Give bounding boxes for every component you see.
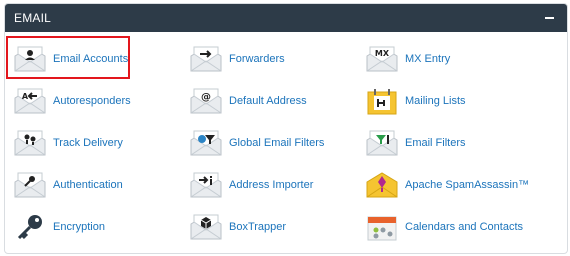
item-label: Email Accounts — [53, 53, 129, 65]
item-default-address[interactable]: @ Default Address — [189, 84, 307, 118]
spamassassin-icon — [366, 172, 398, 198]
item-mx-entry[interactable]: MX MX Entry — [365, 42, 450, 76]
item-boxtrapper[interactable]: BoxTrapper — [189, 210, 286, 244]
item-track-delivery[interactable]: Track Delivery — [13, 126, 123, 160]
track-delivery-icon — [13, 128, 47, 158]
item-label: Default Address — [229, 95, 307, 107]
item-autoresponders[interactable]: A Autoresponders — [13, 84, 131, 118]
item-label: Apache SpamAssassin™ — [405, 179, 530, 191]
svg-text:A: A — [22, 92, 29, 101]
forwarders-icon — [189, 44, 223, 74]
item-label: Track Delivery — [53, 137, 123, 149]
item-mailing-lists[interactable]: Mailing Lists — [365, 84, 466, 118]
panel-header: EMAIL — [5, 4, 567, 32]
item-label: Email Filters — [405, 137, 466, 149]
default-address-icon: @ — [189, 86, 223, 116]
item-label: Global Email Filters — [229, 137, 325, 149]
svg-text:MX: MX — [375, 49, 390, 58]
collapse-button[interactable] — [543, 9, 557, 25]
item-address-importer[interactable]: Address Importer — [189, 168, 313, 202]
item-calendars-and-contacts[interactable]: Calendars and Contacts — [365, 210, 523, 244]
authentication-icon — [13, 170, 47, 200]
encryption-icon — [17, 215, 42, 240]
panel-title: EMAIL — [14, 11, 52, 25]
item-encryption[interactable]: Encryption — [13, 210, 105, 244]
global-email-filters-icon — [189, 128, 223, 158]
item-label: Mailing Lists — [405, 95, 466, 107]
email-filters-icon — [365, 128, 399, 158]
item-email-accounts[interactable]: Email Accounts — [13, 42, 128, 76]
boxtrapper-icon — [189, 212, 223, 242]
autoresponders-icon: A — [13, 86, 47, 116]
item-label: MX Entry — [405, 53, 451, 65]
mailing-lists-icon — [367, 89, 397, 115]
item-label: Authentication — [53, 179, 123, 191]
item-label: BoxTrapper — [229, 221, 287, 233]
item-label: Autoresponders — [53, 95, 131, 107]
item-global-email-filters[interactable]: Global Email Filters — [189, 126, 324, 160]
item-label: Forwarders — [229, 53, 285, 65]
mx-entry-icon: MX — [365, 44, 399, 74]
item-label: Encryption — [53, 221, 105, 233]
item-email-filters[interactable]: Email Filters — [365, 126, 466, 160]
item-label: Calendars and Contacts — [405, 221, 524, 233]
calendars-contacts-icon — [367, 216, 397, 241]
email-panel: EMAIL Email Accounts Forwarders MX MX En… — [4, 3, 568, 254]
minus-icon — [545, 17, 554, 19]
item-forwarders[interactable]: Forwarders — [189, 42, 285, 76]
email-accounts-icon — [13, 44, 47, 74]
item-apache-spamassassin[interactable]: Apache SpamAssassin™ — [365, 168, 529, 202]
address-importer-icon — [189, 170, 223, 200]
svg-text:@: @ — [201, 92, 211, 103]
item-label: Address Importer — [229, 179, 314, 191]
item-authentication[interactable]: Authentication — [13, 168, 123, 202]
